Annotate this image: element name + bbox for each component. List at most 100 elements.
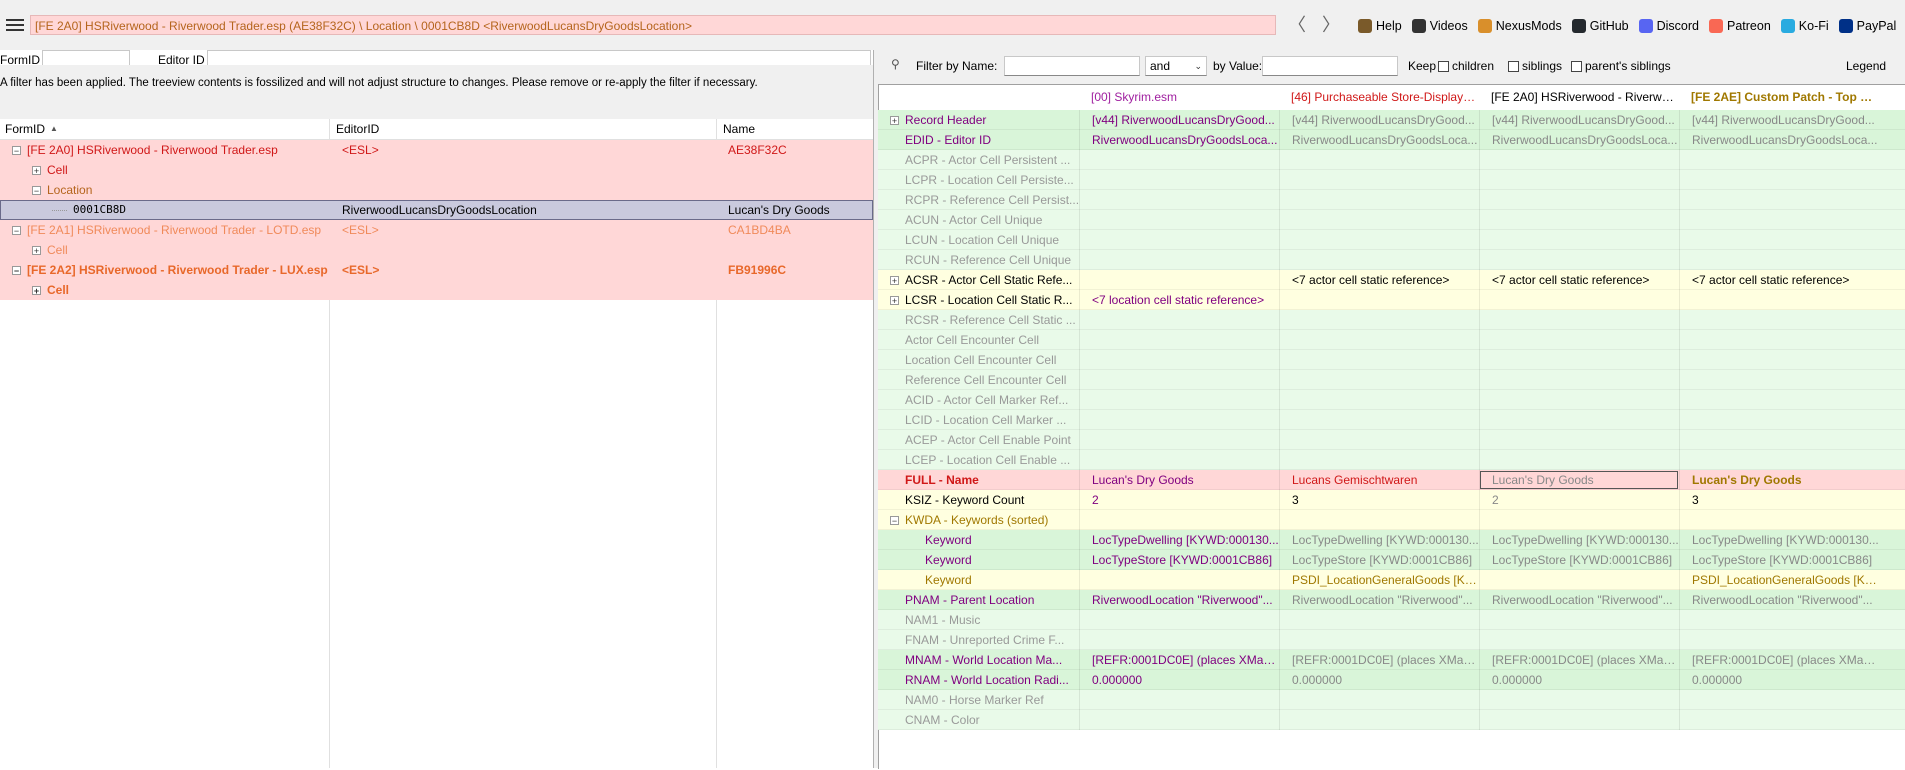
field-value-cell[interactable]: [1479, 450, 1679, 470]
tree-row[interactable]: 0001CB8D RiverwoodLucansDryGoodsLocation L…: [0, 200, 873, 220]
siblings-checkbox[interactable]: siblings: [1508, 59, 1562, 73]
expand-icon[interactable]: +: [890, 276, 899, 286]
field-value-cell[interactable]: LocTypeStore [KYWD:0001CB86]: [1279, 550, 1479, 570]
field-value-cell[interactable]: [1479, 710, 1679, 730]
record-field-row[interactable]: LCPR - Location Cell Persiste...: [878, 170, 1905, 190]
field-value-cell[interactable]: [1279, 230, 1479, 250]
field-value-cell[interactable]: [v44] RiverwoodLucansDryGood...: [1279, 110, 1479, 130]
filter-by-name-input[interactable]: [1004, 56, 1140, 76]
field-value-cell[interactable]: PSDI_LocationGeneralGoods [KY...: [1679, 570, 1879, 590]
field-value-cell[interactable]: [1479, 410, 1679, 430]
record-field-row[interactable]: Actor Cell Encounter Cell: [878, 330, 1905, 350]
record-field-row[interactable]: RCSR - Reference Cell Static ...: [878, 310, 1905, 330]
tree-row[interactable]: − Location: [0, 180, 873, 200]
field-value-cell[interactable]: 2: [1079, 490, 1279, 510]
field-value-cell[interactable]: LocTypeDwelling [KYWD:000130...: [1279, 530, 1479, 550]
field-value-cell[interactable]: 0.000000: [1479, 670, 1679, 690]
record-field-row[interactable]: Keyword LocTypeStore [KYWD:0001CB86] LocTy…: [878, 550, 1905, 570]
field-value-cell[interactable]: [1079, 710, 1279, 730]
field-value-cell[interactable]: RiverwoodLocation "Riverwood"...: [1279, 590, 1479, 610]
field-value-cell[interactable]: [1679, 190, 1879, 210]
field-value-cell[interactable]: [1279, 350, 1479, 370]
field-value-cell[interactable]: [1079, 250, 1279, 270]
tree-row[interactable]: − [FE 2A2] HSRiverwood - Riverwood Trader…: [0, 260, 873, 280]
field-value-cell[interactable]: [REFR:0001DC0E] (places XMarke...: [1279, 650, 1479, 670]
field-value-cell[interactable]: [1279, 690, 1479, 710]
field-value-cell[interactable]: [1079, 390, 1279, 410]
field-value-cell[interactable]: LocTypeDwelling [KYWD:000130...: [1479, 530, 1679, 550]
tree-row[interactable]: + Cell: [0, 240, 873, 260]
field-value-cell[interactable]: [v44] RiverwoodLucansDryGood...: [1679, 110, 1879, 130]
expand-icon[interactable]: +: [32, 286, 41, 296]
record-field-row[interactable]: ACPR - Actor Cell Persistent ...: [878, 150, 1905, 170]
record-field-row[interactable]: Reference Cell Encounter Cell: [878, 370, 1905, 390]
field-value-cell[interactable]: [1079, 610, 1279, 630]
field-value-cell[interactable]: [1679, 370, 1879, 390]
field-value-cell[interactable]: 3: [1279, 490, 1479, 510]
field-value-cell[interactable]: [1679, 250, 1879, 270]
field-value-cell[interactable]: [1279, 330, 1479, 350]
name-column-header[interactable]: Name: [723, 119, 755, 139]
field-value-cell[interactable]: [REFR:0001DC0E] (places XMarke...: [1679, 650, 1879, 670]
field-value-cell[interactable]: [1679, 170, 1879, 190]
record-field-row[interactable]: + Record Header [v44] RiverwoodLucansDryGo…: [878, 110, 1905, 130]
field-value-cell[interactable]: <7 location cell static reference>: [1079, 290, 1279, 310]
field-value-cell[interactable]: [1679, 150, 1879, 170]
field-value-cell[interactable]: [1479, 350, 1679, 370]
field-value-cell[interactable]: Lucan's Dry Goods: [1079, 470, 1279, 490]
record-field-row[interactable]: EDID - Editor ID RiverwoodLucansDryGoodsL…: [878, 130, 1905, 150]
pin-icon[interactable]: ⚲: [891, 57, 900, 71]
field-value-cell[interactable]: RiverwoodLucansDryGoodsLoca...: [1479, 130, 1679, 150]
plugin-column-header[interactable]: [FE 2A0] HSRiverwood - Riverwoo...: [1479, 90, 1679, 110]
field-value-cell[interactable]: [1279, 430, 1479, 450]
record-field-row[interactable]: FNAM - Unreported Crime F...: [878, 630, 1905, 650]
field-value-cell[interactable]: [1679, 390, 1879, 410]
collapse-icon[interactable]: −: [12, 146, 21, 156]
record-field-row[interactable]: LCEP - Location Cell Enable ...: [878, 450, 1905, 470]
formid-column-header[interactable]: FormID: [5, 119, 45, 139]
field-value-cell[interactable]: [1079, 510, 1279, 530]
field-value-cell[interactable]: [1479, 330, 1679, 350]
record-field-row[interactable]: MNAM - World Location Ma... [REFR:0001DC0…: [878, 650, 1905, 670]
link-discord[interactable]: Discord: [1638, 19, 1699, 33]
field-value-cell[interactable]: [1679, 630, 1879, 650]
field-value-cell[interactable]: [REFR:0001DC0E] (places XMarke...: [1079, 650, 1279, 670]
collapse-icon[interactable]: −: [12, 266, 21, 276]
field-value-cell[interactable]: [1079, 370, 1279, 390]
record-field-row[interactable]: NAM0 - Horse Marker Ref: [878, 690, 1905, 710]
record-field-row[interactable]: + ACSR - Actor Cell Static Refe... <7 acto…: [878, 270, 1905, 290]
tree-row[interactable]: + Cell: [0, 160, 873, 180]
field-value-cell[interactable]: [1079, 190, 1279, 210]
field-value-cell[interactable]: 3: [1679, 490, 1879, 510]
field-value-cell[interactable]: [1479, 210, 1679, 230]
filter-by-value-input[interactable]: [1262, 56, 1398, 76]
field-value-cell[interactable]: RiverwoodLucansDryGoodsLoca...: [1679, 130, 1879, 150]
record-field-row[interactable]: Keyword LocTypeDwelling [KYWD:000130... Lo…: [878, 530, 1905, 550]
field-value-cell[interactable]: [1679, 310, 1879, 330]
field-value-cell[interactable]: [1479, 610, 1679, 630]
field-value-cell[interactable]: [1679, 430, 1879, 450]
plugin-column-header[interactable]: [46] Purchaseable Store-Display-It...: [1279, 90, 1479, 110]
field-value-cell[interactable]: 0.000000: [1279, 670, 1479, 690]
link-videos[interactable]: Videos: [1411, 19, 1468, 33]
field-value-cell[interactable]: [1079, 210, 1279, 230]
field-value-cell[interactable]: RiverwoodLucansDryGoodsLoca...: [1079, 130, 1279, 150]
record-field-row[interactable]: CNAM - Color: [878, 710, 1905, 730]
field-value-cell[interactable]: [1679, 510, 1879, 530]
record-field-row[interactable]: Location Cell Encounter Cell: [878, 350, 1905, 370]
field-value-cell[interactable]: <7 actor cell static reference>: [1479, 270, 1679, 290]
field-value-cell[interactable]: [1479, 390, 1679, 410]
record-path-breadcrumb[interactable]: [FE 2A0] HSRiverwood - Riverwood Trader.…: [30, 15, 1276, 35]
field-value-cell[interactable]: [1079, 310, 1279, 330]
field-value-cell[interactable]: [1079, 630, 1279, 650]
field-value-cell[interactable]: [1079, 330, 1279, 350]
field-value-cell[interactable]: [1679, 350, 1879, 370]
expand-icon[interactable]: +: [32, 246, 41, 256]
field-value-cell[interactable]: [1679, 450, 1879, 470]
record-field-row[interactable]: PNAM - Parent Location RiverwoodLocation …: [878, 590, 1905, 610]
field-value-cell[interactable]: [1479, 150, 1679, 170]
field-value-cell[interactable]: [1079, 570, 1279, 590]
record-field-row[interactable]: NAM1 - Music: [878, 610, 1905, 630]
field-value-cell[interactable]: [1479, 190, 1679, 210]
legend-button[interactable]: Legend: [1846, 59, 1886, 73]
